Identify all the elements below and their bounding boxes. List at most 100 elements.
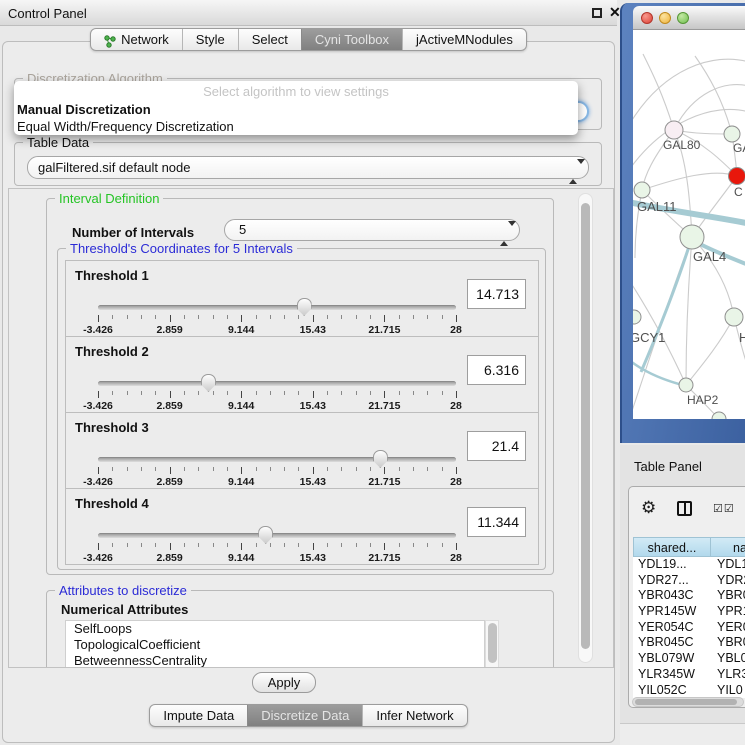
tab-select[interactable]: Select xyxy=(238,29,301,50)
zoom-traffic-light[interactable] xyxy=(677,12,689,24)
tick-mark xyxy=(341,391,342,395)
table-horizontal-scrollbar-thumb[interactable] xyxy=(635,699,737,705)
tick-mark xyxy=(241,467,242,474)
table-horizontal-scrollbar[interactable] xyxy=(632,697,744,707)
panel-scrollbar[interactable] xyxy=(578,193,593,663)
table-data-group: Table Data galFiltered.sif default node xyxy=(14,142,602,186)
close-traffic-light[interactable] xyxy=(641,12,653,24)
tick-mark xyxy=(270,543,271,547)
tab-discretize-data[interactable]: Discretize Data xyxy=(247,705,362,726)
tick-mark xyxy=(270,391,271,395)
tick-mark xyxy=(141,543,142,547)
tab-network[interactable]: Network xyxy=(91,29,182,50)
tick-mark xyxy=(270,315,271,319)
network-edge[interactable] xyxy=(633,360,686,386)
slider-thumb[interactable] xyxy=(373,450,388,468)
spinner-down-icon xyxy=(508,221,516,241)
control-panel-titlebar: Control Panel ✕ xyxy=(0,0,617,26)
slider-thumb[interactable] xyxy=(297,298,312,316)
column-header-shared-name[interactable]: shared... xyxy=(633,537,711,557)
tick-mark xyxy=(427,391,428,395)
cell-name: YER0 xyxy=(711,620,745,636)
column-header-name[interactable]: na xyxy=(711,537,745,557)
attributes-group-label: Attributes to discretize xyxy=(55,583,191,598)
network-edge[interactable] xyxy=(641,237,692,372)
tick-label: 15.43 xyxy=(300,400,326,412)
tick-mark xyxy=(213,315,214,319)
table-row[interactable]: YDR27...YDR2 xyxy=(633,573,745,589)
threshold-slider[interactable]: -3.4262.8599.14415.4321.71528 xyxy=(98,381,456,411)
slider-thumb[interactable] xyxy=(258,526,273,544)
threshold-value-field[interactable]: 11.344 xyxy=(467,507,526,537)
slider-thumb[interactable] xyxy=(201,374,216,392)
tab-infer-network[interactable]: Infer Network xyxy=(362,705,466,726)
network-edge[interactable] xyxy=(642,173,737,190)
network-edge[interactable] xyxy=(686,317,734,385)
network-edge[interactable] xyxy=(686,237,692,385)
threshold-label: Threshold 3 xyxy=(75,420,149,435)
network-canvas[interactable]: GAL80GACGAL11GAL4GCY1HHAP2 xyxy=(633,30,745,419)
algorithm-option-equal-width[interactable]: Equal Width/Frequency Discretization xyxy=(14,117,578,134)
table-row[interactable]: YPR145WYPR1 xyxy=(633,604,745,620)
attribute-list-item[interactable]: BetweennessCentrality xyxy=(66,653,484,668)
table-row[interactable]: YLR345WYLR3 xyxy=(633,667,745,683)
tick-mark xyxy=(256,391,257,395)
table-row[interactable]: YBR045CYBR0 xyxy=(633,635,745,651)
network-graph[interactable]: GAL80GACGAL11GAL4GCY1HHAP2 xyxy=(633,30,745,419)
threshold-value-field[interactable]: 21.4 xyxy=(467,431,526,461)
tick-mark xyxy=(456,543,457,550)
select-columns-checkboxes-icon[interactable]: ☑☑ xyxy=(713,502,735,515)
attribute-list-item[interactable]: SelfLoops xyxy=(66,621,484,637)
attribute-list-item[interactable]: TopologicalCoefficient xyxy=(66,637,484,653)
tab-cyni-toolbox[interactable]: Cyni Toolbox xyxy=(301,29,402,50)
network-node-GCY1[interactable] xyxy=(633,310,641,324)
table-row[interactable]: YDL19...YDL1 xyxy=(633,557,745,573)
network-node-C[interactable] xyxy=(729,168,745,185)
tick-label: 21.715 xyxy=(368,552,400,564)
network-node-GAL11[interactable] xyxy=(634,182,650,198)
tab-style[interactable]: Style xyxy=(182,29,238,50)
columns-icon[interactable] xyxy=(677,501,692,516)
network-node-GAL80[interactable] xyxy=(665,121,683,139)
table-data-combobox[interactable]: galFiltered.sif default node xyxy=(27,156,589,179)
numerical-attributes-list[interactable]: SelfLoopsTopologicalCoefficientBetweenne… xyxy=(65,620,485,668)
network-edge[interactable] xyxy=(695,56,732,134)
network-node-GA[interactable] xyxy=(724,126,740,142)
threshold-value-field[interactable]: 14.713 xyxy=(467,279,526,309)
algorithm-option-manual[interactable]: Manual Discretization xyxy=(14,99,578,117)
threshold-slider[interactable]: -3.4262.8599.14415.4321.71528 xyxy=(98,305,456,335)
settings-scroll-panel: Interval Definition Number of Intervals … xyxy=(8,188,614,668)
tick-mark xyxy=(413,315,414,319)
table-row[interactable]: YIL052CYIL0 xyxy=(633,683,745,699)
cell-name: YPR1 xyxy=(711,604,745,620)
minimize-traffic-light[interactable] xyxy=(659,12,671,24)
threshold-value-field[interactable]: 6.316 xyxy=(467,355,526,385)
spinner-up-icon xyxy=(569,164,577,184)
tick-mark xyxy=(213,543,214,547)
gear-icon[interactable]: ⚙ xyxy=(641,498,656,518)
tab-impute-data[interactable]: Impute Data xyxy=(150,705,247,726)
tick-mark xyxy=(356,391,357,395)
attributes-scrollbar[interactable] xyxy=(485,620,499,668)
table-row[interactable]: YER054CYER0 xyxy=(633,620,745,636)
number-of-intervals-spinner[interactable]: 5 xyxy=(224,219,520,241)
apply-button[interactable]: Apply xyxy=(252,672,316,693)
threshold-slider[interactable]: -3.4262.8599.14415.4321.71528 xyxy=(98,533,456,563)
tick-mark xyxy=(456,467,457,474)
network-node-H[interactable] xyxy=(725,308,743,326)
close-icon[interactable]: ✕ xyxy=(609,4,621,21)
float-window-icon[interactable] xyxy=(592,8,602,18)
tab-jactivemnodules[interactable]: jActiveMNodules xyxy=(402,29,526,50)
panel-scrollbar-thumb[interactable] xyxy=(581,203,590,649)
network-node-HAP2[interactable] xyxy=(679,378,693,392)
attributes-scrollbar-thumb[interactable] xyxy=(488,623,497,663)
network-node-GAL4[interactable] xyxy=(680,225,704,249)
algorithm-placeholder-option[interactable]: Select algorithm to view settings xyxy=(14,81,578,99)
tab-discretize-data-label: Discretize Data xyxy=(261,705,349,726)
threshold-slider[interactable]: -3.4262.8599.14415.4321.71528 xyxy=(98,457,456,487)
table-row[interactable]: YBL079WYBL0 xyxy=(633,651,745,667)
network-edge[interactable] xyxy=(674,85,745,130)
table-row[interactable]: YBR043CYBR0 xyxy=(633,588,745,604)
network-window-titlebar[interactable] xyxy=(633,6,745,30)
network-edge[interactable] xyxy=(643,54,674,130)
